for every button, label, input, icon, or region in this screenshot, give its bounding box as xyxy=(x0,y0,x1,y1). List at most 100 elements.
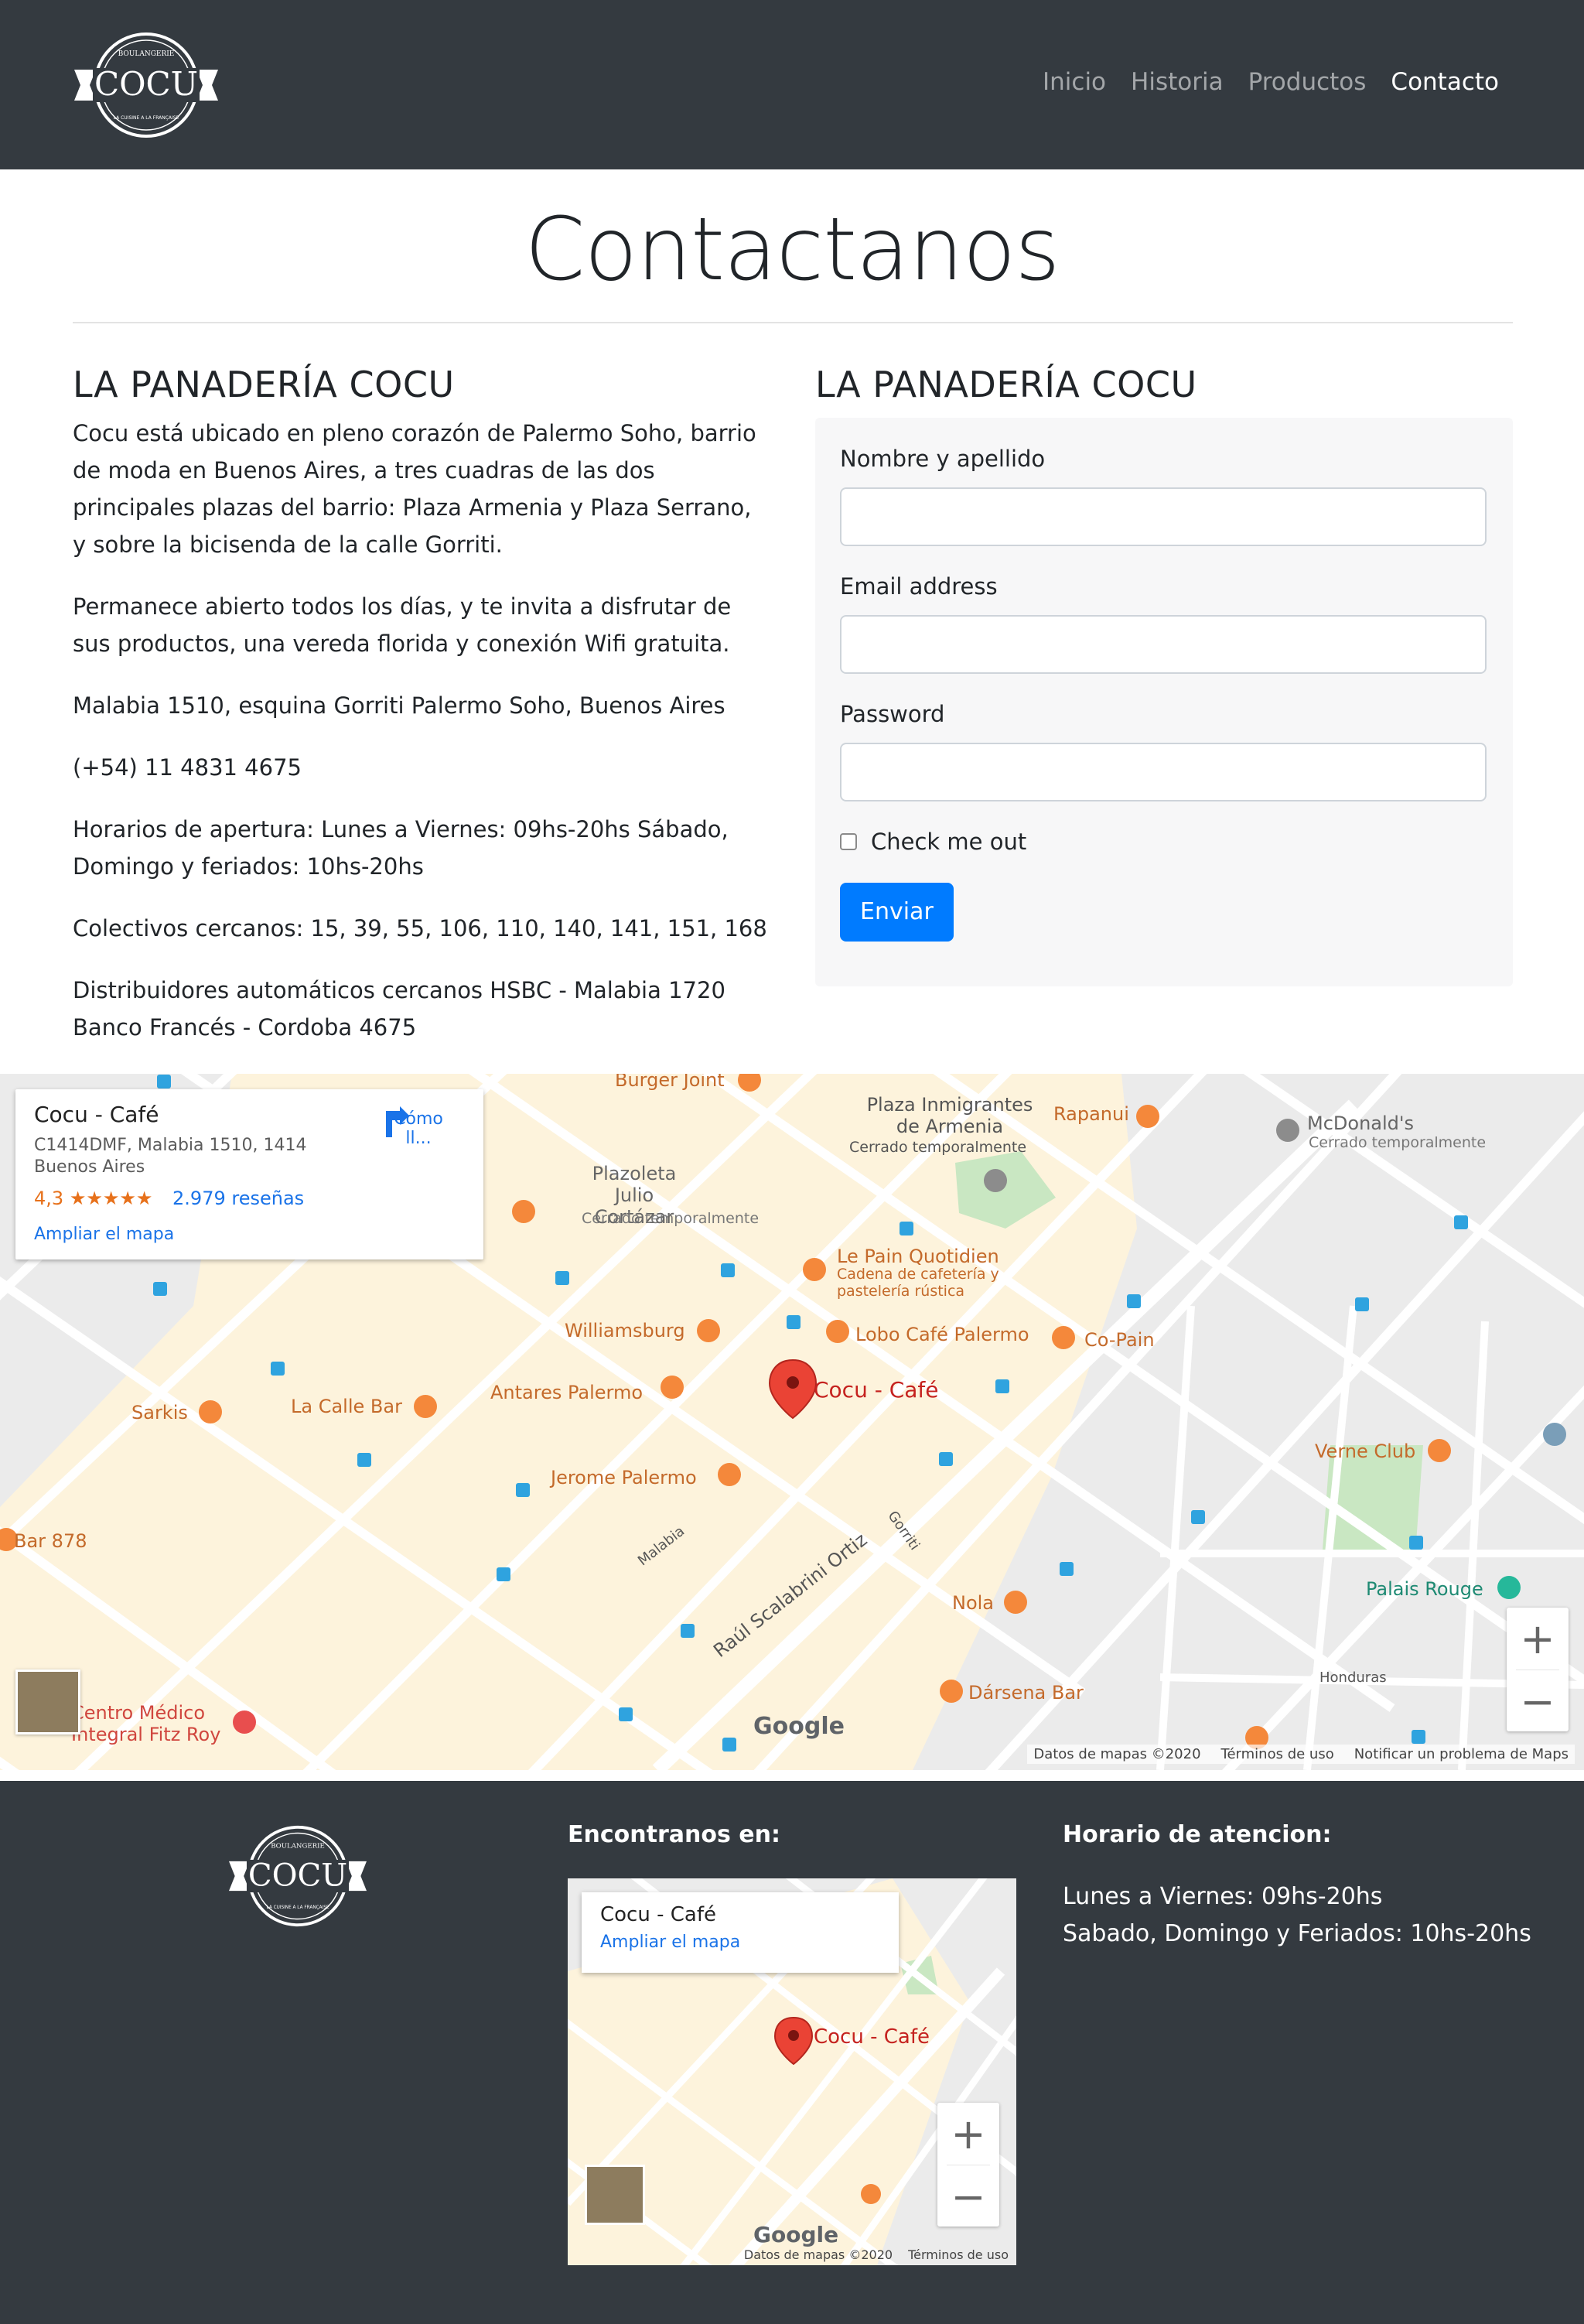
name-input[interactable] xyxy=(840,487,1487,546)
map-place-jerome[interactable]: Jerome Palermo xyxy=(551,1467,697,1488)
info-paragraph-address: Malabia 1510, esquina Gorriti Palermo So… xyxy=(73,692,725,719)
email-input[interactable] xyxy=(840,615,1487,674)
nav-link-contacto[interactable]: Contacto xyxy=(1391,68,1499,96)
directions-button[interactable]: Cómo ll... xyxy=(380,1105,457,1148)
divider xyxy=(73,322,1513,323)
footer-zoom-controls: + − xyxy=(937,2103,999,2227)
map-data-credit: Datos de mapas ©2020 xyxy=(1033,1746,1201,1762)
footer-logo-tagline: LA CUISINE A LA FRANÇAISE xyxy=(267,1905,329,1910)
zoom-out-button[interactable]: − xyxy=(1507,1670,1569,1732)
footer-map-data-credit: Datos de mapas ©2020 xyxy=(743,2247,893,2262)
map-card-address: C1414DMF, Malabia 1510, 1414 Buenos Aire… xyxy=(34,1136,307,1177)
map-place-closed-3: Cerrado temporalmente xyxy=(582,1210,760,1227)
map-place-closed-2: Cerrado temporalmente xyxy=(1309,1134,1487,1151)
footer-hours-weekend: Sabado, Domingo y Feriados: 10hs-20hs xyxy=(1063,1920,1531,1947)
map-place-darsena-bar[interactable]: Dársena Bar xyxy=(968,1682,1084,1704)
contact-section: LA PANADERÍA COCU Nombre y apellido Emai… xyxy=(815,364,1513,986)
star-rating-icon: ★★★★★ xyxy=(69,1188,153,1209)
info-paragraph-buses: Colectivos cercanos: 15, 39, 55, 106, 11… xyxy=(73,915,767,942)
map-place-antares[interactable]: Antares Palermo xyxy=(490,1382,643,1403)
check-row: Check me out xyxy=(840,829,1488,855)
footer-hours-weekdays: Lunes a Viernes: 09hs-20hs xyxy=(1063,1883,1383,1910)
map-card-rating: 4,3 xyxy=(34,1188,64,1209)
footer-map-attribution: Datos de mapas ©2020 Términos de uso xyxy=(744,2247,1009,2262)
zoom-in-button[interactable]: + xyxy=(1507,1608,1569,1670)
map-pin-label[interactable]: Cocu - Café xyxy=(814,1377,939,1403)
info-paragraph-phone: (+54) 11 4831 4675 xyxy=(73,754,302,781)
map-place-closed-1: Cerrado temporalmente xyxy=(849,1139,1027,1156)
map-place-mcdonalds[interactable]: McDonald's xyxy=(1307,1112,1414,1134)
zoom-controls: + − xyxy=(1507,1608,1569,1731)
logo-text: COCU xyxy=(94,65,198,103)
map-place-palais-rouge[interactable]: Palais Rouge xyxy=(1366,1578,1483,1600)
map-place-le-pain-quotidien[interactable]: Le Pain Quotidien xyxy=(837,1246,999,1267)
map-place-nola[interactable]: Nola xyxy=(952,1592,994,1614)
cocu-logo[interactable]: COCU BOULANGERIE LA CUISINE A LA FRANÇAI… xyxy=(74,29,218,141)
email-label: Email address xyxy=(840,573,998,600)
form-title: LA PANADERÍA COCU xyxy=(815,364,1197,405)
map-place-lobo-cafe[interactable]: Lobo Café Palermo xyxy=(855,1324,1029,1345)
google-logo: Google xyxy=(753,1713,845,1740)
nav-link-historia[interactable]: Historia xyxy=(1131,68,1224,96)
footer-hours-heading: Horario de atencion: xyxy=(1063,1821,1332,1848)
footer-hours: Lunes a Viernes: 09hs-20hs Sabado, Domin… xyxy=(1063,1878,1531,1953)
map-place-williamsburg[interactable]: Williamsburg xyxy=(565,1320,685,1341)
footer-google-logo: Google xyxy=(753,2222,839,2247)
info-paragraph-location: Cocu está ubicado en pleno corazón de Pa… xyxy=(73,420,756,558)
logo-tagline: LA CUISINE A LA FRANÇAISE xyxy=(114,115,179,121)
map-place-co-pain[interactable]: Co-Pain xyxy=(1084,1329,1155,1351)
nav-link-inicio[interactable]: Inicio xyxy=(1043,68,1106,96)
info-section: LA PANADERÍA COCU Cocu está ubicado en p… xyxy=(73,364,769,1071)
submit-button[interactable]: Enviar xyxy=(840,883,954,942)
footer-map-terms-link[interactable]: Términos de uso xyxy=(908,2247,1009,2262)
map-attribution: Datos de mapas ©2020 Términos de uso Not… xyxy=(1027,1745,1575,1764)
nav-link-productos[interactable]: Productos xyxy=(1248,68,1367,96)
contact-form: Nombre y apellido Email address Password… xyxy=(815,418,1513,986)
location-map[interactable]: Cocu - Café Burger Joint Plaza Inmigrant… xyxy=(0,1074,1584,1770)
map-place-plaza-armenia[interactable]: Plaza Inmigrantes de Armenia xyxy=(857,1094,1043,1137)
password-label: Password xyxy=(840,701,945,727)
map-place-centro-medico[interactable]: Centro Médico Integral Fitz Roy xyxy=(71,1702,234,1745)
map-terms-link[interactable]: Términos de uso xyxy=(1221,1746,1334,1762)
footer-cocu-logo[interactable]: COCU BOULANGERIE LA CUISINE A LA FRANÇAI… xyxy=(229,1818,367,1934)
info-paragraph-hours: Horarios de apertura: Lunes a Viernes: 0… xyxy=(73,816,729,880)
map-card-reviews-link[interactable]: 2.979 reseñas xyxy=(172,1188,304,1209)
footer-logo-text: COCU xyxy=(248,1857,347,1893)
footer: COCU BOULANGERIE LA CUISINE A LA FRANÇAI… xyxy=(0,1781,1584,2324)
check-me-out-checkbox[interactable] xyxy=(840,833,857,850)
footer-map[interactable]: Cocu - Café Cocu - Café Ampliar el mapa … xyxy=(568,1878,1016,2265)
map-info-card: Cocu - Café C1414DMF, Malabia 1510, 1414… xyxy=(15,1089,483,1259)
info-paragraph-open: Permanece abierto todos los días, y te i… xyxy=(73,593,732,657)
map-place-le-pain-desc: Cadena de cafetería y pastelería rústica xyxy=(837,1266,999,1300)
map-place-la-calle-bar[interactable]: La Calle Bar xyxy=(291,1396,402,1417)
name-label: Nombre y apellido xyxy=(840,446,1046,472)
logo-arc-text: BOULANGERIE xyxy=(118,50,175,58)
map-place-verne-club[interactable]: Verne Club xyxy=(1315,1441,1415,1462)
navbar: COCU BOULANGERIE LA CUISINE A LA FRANÇAI… xyxy=(0,0,1584,169)
map-card-rating-row: 4,3 ★★★★★ 2.979 reseñas xyxy=(34,1188,465,1209)
footer-map-enlarge-link[interactable]: Ampliar el mapa xyxy=(600,1933,880,1952)
footer-zoom-in-button[interactable]: + xyxy=(937,2103,999,2165)
map-place-bar-878[interactable]: Bar 878 xyxy=(14,1530,87,1552)
info-paragraph-atms: Distribuidores automáticos cercanos HSBC… xyxy=(73,977,725,1041)
footer-map-pin-label[interactable]: Cocu - Café xyxy=(814,2025,930,2049)
map-report-link[interactable]: Notificar un problema de Maps xyxy=(1354,1746,1569,1762)
map-street-honduras: Honduras xyxy=(1319,1670,1387,1686)
map-place-rapanui[interactable]: Rapanui xyxy=(1053,1103,1129,1125)
check-me-out-label[interactable]: Check me out xyxy=(871,829,1026,855)
info-title: LA PANADERÍA COCU xyxy=(73,364,455,405)
map-place-burger-joint[interactable]: Burger Joint xyxy=(615,1074,725,1091)
password-input[interactable] xyxy=(840,743,1487,801)
directions-icon xyxy=(386,1106,409,1137)
footer-map-title: Cocu - Café xyxy=(600,1903,716,1926)
footer-find-us-heading: Encontranos en: xyxy=(568,1821,780,1848)
satellite-toggle[interactable] xyxy=(15,1670,80,1734)
footer-map-card: Cocu - Café Ampliar el mapa xyxy=(582,1892,899,1973)
footer-satellite-toggle[interactable] xyxy=(585,2165,645,2225)
nav-menu: Inicio Historia Productos Contacto xyxy=(1043,68,1499,96)
footer-zoom-out-button[interactable]: − xyxy=(937,2165,999,2227)
map-place-sarkis[interactable]: Sarkis xyxy=(131,1402,188,1423)
footer-logo-arc-text: BOULANGERIE xyxy=(271,1843,325,1851)
page-title: Contactanos xyxy=(524,200,1060,300)
map-enlarge-link[interactable]: Ampliar el mapa xyxy=(34,1225,465,1244)
